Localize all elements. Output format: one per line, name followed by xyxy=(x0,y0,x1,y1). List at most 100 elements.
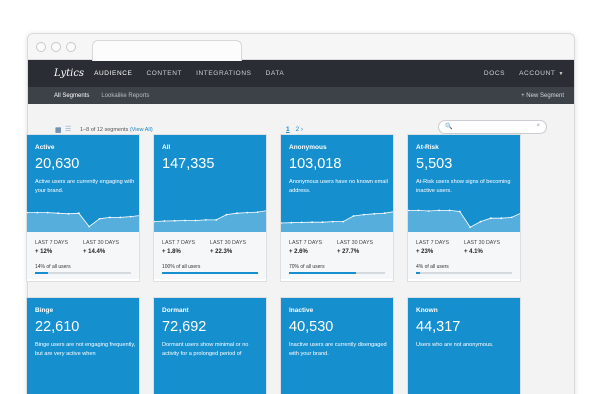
subnav-lookalike-reports[interactable]: Lookalike Reports xyxy=(101,93,149,99)
clear-search-icon[interactable]: × xyxy=(536,123,540,129)
window-minimize-dot[interactable] xyxy=(51,42,61,52)
top-navigation: Lytics AUDIENCE CONTENT INTEGRATIONS DAT… xyxy=(28,60,574,87)
trend-point xyxy=(46,211,49,214)
segment-title: Binge xyxy=(35,307,54,314)
segment-card-header: All 147,335 xyxy=(154,135,266,232)
trend-point xyxy=(215,219,218,221)
trend-point xyxy=(204,219,207,221)
segment-count: 72,692 xyxy=(162,319,207,335)
window-close-dot[interactable] xyxy=(36,42,46,52)
trend-sparkline xyxy=(281,211,393,232)
last-30-days-label: LAST 30 DAYS xyxy=(464,240,501,246)
segment-count: 147,335 xyxy=(162,156,215,172)
segment-card[interactable]: All 147,335 LAST 7 DAYS + 1.8% LAST 30 DAYS +… xyxy=(153,134,267,282)
trend-point xyxy=(225,213,228,216)
segment-description: Users who are not anonymous. xyxy=(416,342,494,348)
segment-card[interactable]: At-Risk 5,503 At-Risk users show signs of … xyxy=(407,134,521,282)
segment-count: 103,018 xyxy=(289,156,342,172)
last-7-days-value: + 2.6% xyxy=(289,249,308,255)
trend-point xyxy=(77,212,80,215)
subnav-all-segments[interactable]: All Segments xyxy=(54,93,89,99)
trend-point xyxy=(311,221,313,224)
segment-card-header: Dormant 72,692 Dormant users show minimal … xyxy=(154,298,266,394)
trend-point xyxy=(373,212,376,215)
trend-point xyxy=(342,220,345,223)
segment-description: Inactive users are currently disengaged … xyxy=(289,342,387,357)
trend-point xyxy=(129,215,132,218)
nav-account[interactable]: ACCOUNT ▼ xyxy=(519,70,564,77)
segment-card[interactable]: Binge 22,610 Binge users are not engaging … xyxy=(26,297,140,394)
last-30-days-stat: LAST 30 DAYS + 27.7% xyxy=(337,240,373,255)
segment-card[interactable]: Inactive 40,530 Inactive users are current… xyxy=(280,297,394,394)
percent-bar xyxy=(162,272,258,274)
next-page-icon[interactable]: › xyxy=(301,126,303,133)
trend-point xyxy=(57,212,59,215)
page-2-link[interactable]: 2 xyxy=(295,126,299,133)
segment-card[interactable]: Known 44,317 Users who are not anonymous. xyxy=(407,297,521,394)
segment-title: At-Risk xyxy=(416,144,439,151)
last-7-days-stat: LAST 7 DAYS + 2.6% xyxy=(289,240,322,255)
page-1-link[interactable]: 1 xyxy=(286,126,290,133)
segment-description: Dormant users show minimal or no activit… xyxy=(162,342,249,357)
segment-title: All xyxy=(162,144,171,151)
browser-tab[interactable] xyxy=(92,40,242,61)
nav-content[interactable]: CONTENT xyxy=(146,70,182,77)
segment-stats: LAST 7 DAYS + 2.6% LAST 30 DAYS + 27.7% 70% … xyxy=(281,232,393,279)
last-30-days-value: + 14.4% xyxy=(83,249,106,255)
view-all-link[interactable]: (View All) xyxy=(130,127,153,133)
last-7-days-value: + 23% xyxy=(416,249,434,255)
segment-card[interactable]: Active 20,630 Active users are currently e… xyxy=(26,134,140,282)
percent-bar xyxy=(416,272,512,274)
trend-point xyxy=(236,212,238,215)
search-input[interactable]: 🔍 × xyxy=(438,120,547,134)
segment-card-header: Binge 22,610 Binge users are not engaging … xyxy=(27,298,139,394)
segment-stats: LAST 7 DAYS + 1.8% LAST 30 DAYS + 22.3% 100%… xyxy=(154,232,266,279)
trend-point xyxy=(500,217,503,220)
list-view-icon[interactable]: ☰ xyxy=(65,125,71,133)
segment-description: At-Risk users show signs of becoming ina… xyxy=(416,179,511,194)
trend-point xyxy=(427,210,430,212)
search-icon: 🔍 xyxy=(445,124,453,130)
trend-area xyxy=(27,212,139,232)
last-7-days-value: + 12% xyxy=(35,249,53,255)
last-7-days-label: LAST 7 DAYS xyxy=(162,240,196,246)
segment-card-header: Anonymous 103,018 Anonymous users have no … xyxy=(281,135,393,232)
nav-docs[interactable]: DOCS xyxy=(484,70,505,77)
segment-title: Known xyxy=(416,307,438,314)
trend-point xyxy=(300,221,303,224)
trend-point xyxy=(510,216,513,219)
nav-data[interactable]: DATA xyxy=(266,70,285,77)
segment-title: Active xyxy=(35,144,55,151)
trend-point xyxy=(469,226,472,229)
trend-point xyxy=(194,219,197,222)
segment-description: Binge users are not engaging frequently,… xyxy=(35,342,136,357)
trend-point xyxy=(256,211,259,213)
segment-card[interactable]: Dormant 72,692 Dormant users show minimal … xyxy=(153,297,267,394)
trend-point xyxy=(88,225,91,228)
segment-title: Anonymous xyxy=(289,144,327,151)
segment-count: 1–8 of 12 segments (View All) xyxy=(80,127,153,133)
percent-of-users: 70% of all users xyxy=(289,264,325,270)
pagination: 1 2 › xyxy=(286,126,303,133)
new-segment-button[interactable]: + New Segment xyxy=(521,93,564,99)
nav-audience[interactable]: AUDIENCE xyxy=(94,70,132,77)
logo[interactable]: Lytics xyxy=(54,68,84,79)
segment-card[interactable]: Anonymous 103,018 Anonymous users have no … xyxy=(280,134,394,282)
last-7-days-value: + 1.8% xyxy=(162,249,181,255)
last-30-days-stat: LAST 30 DAYS + 4.1% xyxy=(464,240,500,255)
grid-view-icon[interactable]: ▦ xyxy=(55,126,62,134)
trend-sparkline xyxy=(408,209,520,232)
last-30-days-label: LAST 30 DAYS xyxy=(83,240,120,246)
segment-description: Anonymous users have no known email addr… xyxy=(289,179,388,194)
segment-card-header: Known 44,317 Users who are not anonymous. xyxy=(408,298,520,394)
trend-point xyxy=(352,215,355,217)
browser-chrome xyxy=(28,34,574,61)
percent-bar-fill xyxy=(289,272,357,274)
nav-integrations[interactable]: INTEGRATIONS xyxy=(196,70,251,77)
last-7-days-label: LAST 7 DAYS xyxy=(35,240,69,246)
percent-of-users: 100% of all users xyxy=(162,264,201,270)
last-7-days-stat: LAST 7 DAYS + 12% xyxy=(35,240,68,255)
segment-count: 20,630 xyxy=(35,156,80,172)
percent-bar-fill xyxy=(162,272,258,274)
window-maximize-dot[interactable] xyxy=(66,42,76,52)
